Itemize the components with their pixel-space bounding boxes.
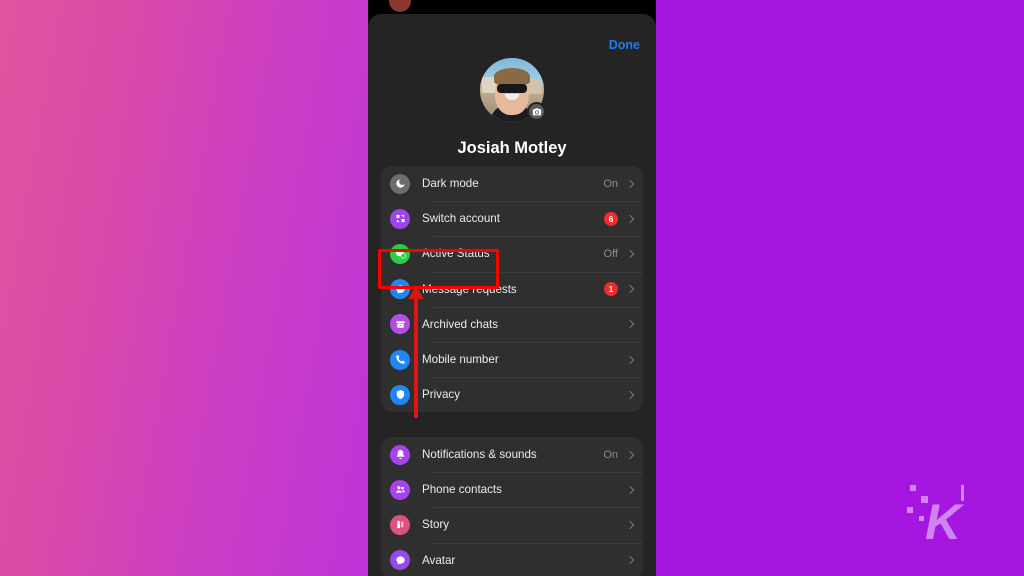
done-button[interactable]: Done (609, 38, 640, 52)
settings-row-story[interactable]: Story (381, 507, 643, 542)
settings-row-value: Off (603, 247, 618, 260)
chat-bubble-icon (390, 279, 410, 300)
photo-sunglasses (497, 83, 527, 93)
settings-row-dark-mode[interactable]: Dark mode On (381, 166, 643, 201)
settings-row-value: On (603, 177, 618, 190)
settings-row-label: Archived chats (422, 317, 499, 331)
phone-icon (390, 349, 410, 370)
settings-row-label: Dark mode (422, 177, 479, 191)
watermark-pixel-dot (919, 516, 924, 521)
chevron-right-icon (625, 485, 635, 495)
settings-row-label: Mobile number (422, 353, 499, 367)
phone-screen: Done Josiah Motley Dark mode On Switch acc… (368, 0, 656, 576)
chevron-right-icon (625, 555, 635, 565)
settings-row-switch-account[interactable]: Switch account 6 (381, 201, 643, 236)
settings-row-label: Privacy (422, 388, 461, 402)
settings-row-label: Switch account (422, 212, 500, 226)
settings-row-phone-contacts[interactable]: Phone contacts (381, 472, 643, 507)
settings-row-label: Message requests (422, 282, 517, 296)
chevron-right-icon (625, 249, 635, 259)
chevron-right-icon (625, 179, 635, 188)
settings-row-label: Active Status (422, 247, 490, 261)
settings-row-notifications-sounds[interactable]: Notifications & sounds On (381, 437, 643, 472)
watermark-pixel-dot (907, 507, 913, 513)
status-badge: 1 (604, 282, 618, 297)
active-status-icon (390, 243, 410, 264)
archive-box-icon (390, 314, 410, 335)
watermark-pixel-dot (910, 485, 916, 491)
settings-group-primary: Dark mode On Switch account 6 Active Status O… (381, 166, 643, 413)
settings-row-label: Avatar (422, 553, 456, 567)
camera-icon[interactable] (527, 102, 546, 121)
settings-row-privacy[interactable]: Privacy (381, 377, 643, 412)
settings-sheet: Done Josiah Motley Dark mode On Switch acc… (368, 14, 656, 576)
background-right-solid (656, 0, 1024, 576)
watermark-pixel-bar (961, 485, 964, 501)
chevron-right-icon (625, 284, 635, 294)
settings-row-value: On (603, 448, 618, 461)
background-left-gradient (0, 0, 368, 576)
chevron-right-icon (625, 355, 635, 364)
chevron-right-icon (625, 390, 635, 399)
story-icon (390, 514, 410, 535)
status-bar-partial-element (389, 0, 411, 12)
settings-row-label: Story (422, 518, 450, 532)
avatar-icon (390, 550, 410, 571)
settings-row-active-status[interactable]: Active Status Off (381, 236, 643, 271)
knowtechie-watermark-logo: K (905, 483, 967, 549)
chevron-right-icon (625, 450, 635, 459)
avatar[interactable] (480, 58, 546, 122)
settings-row-message-requests[interactable]: Message requests 1 (381, 271, 643, 307)
moon-icon (390, 173, 410, 194)
settings-row-avatar[interactable]: Avatar (381, 542, 643, 576)
page-title: Josiah Motley (457, 139, 567, 157)
status-badge: 6 (604, 211, 618, 226)
settings-group-secondary: Notifications & sounds On Phone contacts St… (381, 437, 643, 576)
settings-row-label: Notifications & sounds (422, 448, 537, 462)
chevron-right-icon (625, 520, 635, 530)
settings-row-label: Phone contacts (422, 483, 502, 497)
watermark-letter: K (925, 494, 961, 550)
chevron-right-icon (625, 320, 635, 329)
contacts-icon (390, 479, 410, 500)
switch-icon (390, 208, 410, 229)
settings-row-archived-chats[interactable]: Archived chats (381, 306, 643, 342)
settings-row-mobile-number[interactable]: Mobile number (381, 341, 643, 377)
chevron-right-icon (625, 214, 635, 224)
bell-icon (390, 444, 410, 465)
shield-icon (390, 384, 410, 405)
